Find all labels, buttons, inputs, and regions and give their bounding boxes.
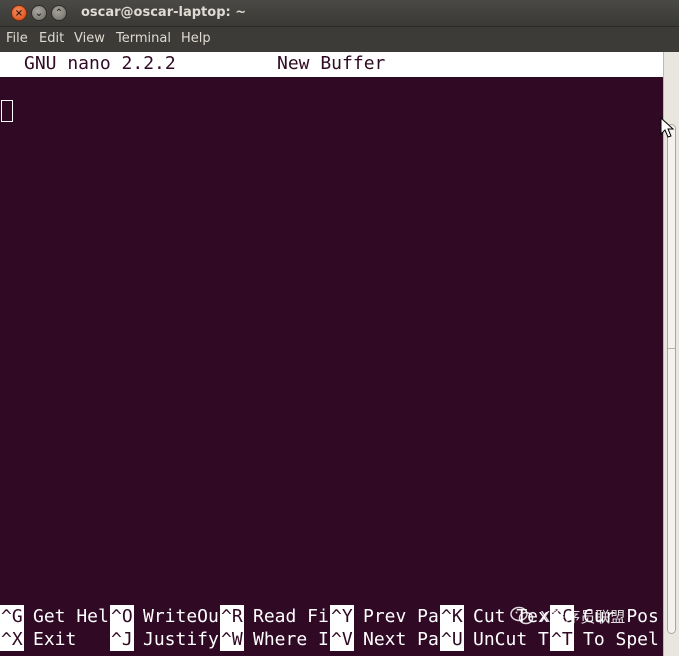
menu-view[interactable]: View: [74, 31, 105, 46]
minimize-button[interactable]: ⌄: [31, 5, 47, 21]
window-title: oscar@oscar-laptop: ~: [81, 5, 247, 20]
close-button[interactable]: ×: [11, 5, 27, 21]
shortcut-label-writeout: WriteOu: [143, 606, 219, 627]
menu-help[interactable]: Help: [181, 31, 211, 46]
title-bar[interactable]: × ⌄ ⌃ oscar@oscar-laptop: ~: [0, 0, 679, 27]
scrollbar-grip: [668, 348, 675, 349]
shortcut-key: ^V: [330, 628, 354, 651]
nano-version: GNU nano 2.2.2: [24, 53, 176, 74]
shortcut-key: ^G: [0, 605, 24, 628]
shortcut-label-next-page: Next Pa: [363, 629, 439, 650]
shortcut-key: ^W: [220, 628, 244, 651]
shortcut-key: ^Y: [330, 605, 354, 628]
shortcut-label-uncut-text: UnCut T: [473, 629, 549, 650]
scrollbar[interactable]: [663, 52, 679, 656]
menu-bar: File Edit View Terminal Help: [0, 27, 679, 51]
shortcut-label-read-file: Read Fi: [253, 606, 329, 627]
nano-header: GNU nano 2.2.2 New Buffer: [0, 52, 663, 77]
shortcut-label-where-is: Where I: [253, 629, 329, 650]
mouse-pointer-icon: [660, 117, 675, 138]
shortcut-key: ^O: [110, 605, 134, 628]
shortcut-label-justify: Justify: [143, 629, 219, 650]
watermark-text: X程序员联盟: [540, 608, 626, 626]
text-cursor: [1, 100, 13, 122]
shortcut-row-2: ^X Exit ^J Justify ^W Where I ^V Next Pa…: [0, 628, 663, 651]
buffer-name: New Buffer: [277, 53, 386, 74]
shortcut-label-prev-page: Prev Pa: [363, 606, 439, 627]
shortcut-label-get-help: Get Hel: [33, 606, 109, 627]
shortcut-key: ^X: [0, 628, 24, 651]
menu-file[interactable]: File: [6, 31, 28, 46]
menu-edit[interactable]: Edit: [39, 31, 64, 46]
shortcut-key: ^R: [220, 605, 244, 628]
shortcut-key: ^T: [550, 628, 574, 651]
maximize-button[interactable]: ⌃: [51, 5, 67, 21]
shortcut-label-to-spell: To Spel: [583, 629, 659, 650]
scrollbar-thumb[interactable]: [667, 124, 676, 634]
shortcut-label-exit: Exit: [33, 629, 77, 650]
shortcut-key: ^K: [440, 605, 464, 628]
shortcut-key: ^U: [440, 628, 464, 651]
terminal-area[interactable]: GNU nano 2.2.2 New Buffer ^G Get Hel ^O …: [0, 52, 663, 656]
menu-terminal[interactable]: Terminal: [116, 31, 171, 46]
wechat-icon: [510, 606, 534, 625]
shortcut-key: ^J: [110, 628, 134, 651]
